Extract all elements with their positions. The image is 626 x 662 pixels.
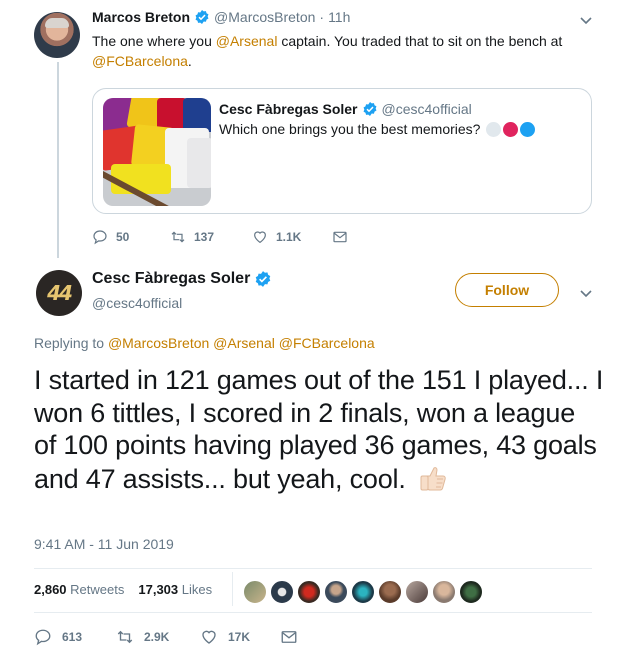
quoted-tweet-image[interactable] [103, 98, 211, 206]
reply-icon [93, 230, 107, 245]
direct-message-button[interactable] [332, 229, 356, 245]
quoted-author-name: Cesc Fàbregas Soler [219, 101, 358, 117]
quoted-tweet-text: Which one brings you the best memories? [219, 121, 536, 137]
envelope-icon [281, 631, 297, 643]
reply-icon [35, 629, 51, 646]
quoted-tweet[interactable]: Cesc Fàbregas Soler @cesc4official Which… [92, 88, 592, 214]
author-handle[interactable]: @MarcosBreton [214, 9, 315, 25]
thread-line [57, 62, 59, 258]
liker-avatar[interactable] [270, 580, 294, 604]
thumbs-up-emoji-icon [420, 466, 446, 490]
tweet-time[interactable]: 11h [328, 9, 350, 25]
liker-avatars[interactable] [243, 580, 486, 604]
white-circle-icon [486, 121, 502, 137]
divider [34, 568, 592, 569]
liker-avatar[interactable] [378, 580, 402, 604]
avatar-marcos-breton[interactable] [34, 12, 80, 58]
liker-avatar[interactable] [324, 580, 348, 604]
mention-arsenal[interactable]: @Arsenal [216, 33, 278, 49]
engagement-stats: 2,860 Retweets 17,303 Likes [34, 582, 212, 597]
main-author-name-row: Cesc Fàbregas Soler [92, 270, 272, 288]
like-button[interactable]: 1.1K [252, 229, 332, 245]
retweet-icon [171, 231, 185, 243]
envelope-icon [333, 231, 347, 243]
retweet-button[interactable]: 2.9K [116, 628, 200, 646]
avatar-cesc-fabregas[interactable]: 44 [36, 270, 82, 316]
reply-button[interactable]: 613 [34, 628, 116, 646]
liker-avatar[interactable] [297, 580, 321, 604]
chevron-down-icon[interactable] [578, 285, 594, 301]
reply-tweet-text: The one where you @Arsenal captain. You … [92, 33, 563, 69]
mention-fcbarcelona[interactable]: @FCBarcelona [92, 53, 188, 69]
main-author-name[interactable]: Cesc Fàbregas Soler [92, 270, 250, 288]
main-author-handle[interactable]: @cesc4official [92, 295, 182, 311]
reply-tweet-actions: 50 137 1.1K [92, 229, 356, 245]
reply-tweet-header: Marcos Breton @MarcosBreton · 11h [92, 9, 350, 25]
quoted-tweet-header: Cesc Fàbregas Soler @cesc4official [219, 101, 472, 117]
follow-button[interactable]: Follow [455, 273, 559, 307]
replying-mentions[interactable]: @MarcosBreton @Arsenal @FCBarcelona [108, 335, 375, 351]
divider [34, 612, 592, 613]
liker-avatar[interactable] [459, 580, 483, 604]
reply-tweet[interactable]: Marcos Breton @MarcosBreton · 11h The on… [0, 0, 626, 258]
liker-avatar[interactable] [243, 580, 267, 604]
chevron-down-icon[interactable] [578, 12, 594, 28]
liker-avatar[interactable] [405, 580, 429, 604]
separator-dot: · [319, 9, 325, 25]
liker-avatar[interactable] [432, 580, 456, 604]
quoted-author-handle: @cesc4official [381, 101, 472, 117]
replying-to: Replying to @MarcosBreton @Arsenal @FCBa… [34, 335, 375, 351]
heart-icon [202, 630, 216, 644]
main-tweet-text: I started in 121 games out of the 151 I … [34, 365, 604, 494]
likes-stat[interactable]: 17,303 Likes [138, 582, 212, 597]
retweet-icon [117, 630, 133, 644]
tweet-timestamp[interactable]: 9:41 AM - 11 Jun 2019 [34, 536, 174, 552]
author-name[interactable]: Marcos Breton [92, 9, 190, 25]
verified-badge-icon [256, 271, 271, 287]
heart-icon [254, 231, 266, 244]
stat-separator [232, 572, 233, 606]
retweet-button[interactable]: 137 [170, 229, 252, 245]
main-tweet-actions: 613 2.9K 17K [34, 628, 308, 646]
red-circle-icon [503, 121, 519, 137]
blue-circle-icon [520, 121, 536, 137]
verified-badge-icon [195, 10, 209, 24]
like-button[interactable]: 17K [200, 628, 280, 646]
liker-avatar[interactable] [351, 580, 375, 604]
retweets-stat[interactable]: 2,860 Retweets [34, 582, 124, 597]
reply-button[interactable]: 50 [92, 229, 170, 245]
verified-badge-icon [363, 102, 376, 116]
direct-message-button[interactable] [280, 628, 308, 646]
